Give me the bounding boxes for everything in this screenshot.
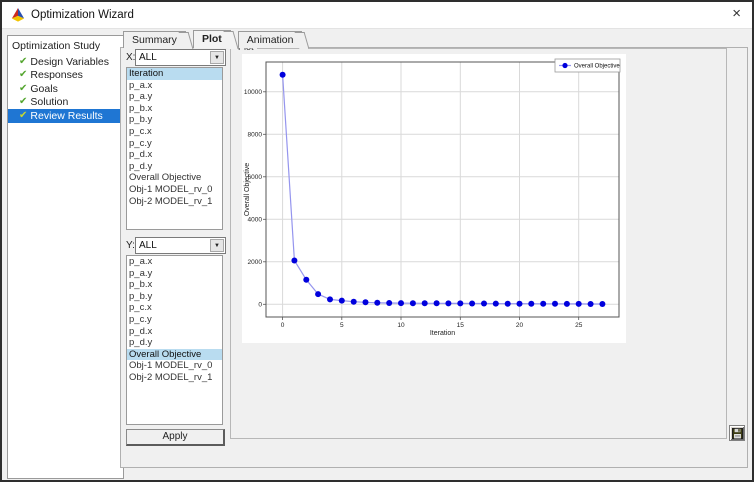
list-item[interactable]: Iteration	[127, 68, 222, 80]
x-axis-label: X:	[126, 52, 135, 63]
list-item[interactable]: p_d.y	[127, 337, 222, 349]
optimization-wizard-window: Optimization Wizard × Optimization Study…	[0, 0, 754, 482]
chevron-down-icon[interactable]: ▼	[210, 239, 224, 252]
svg-text:0: 0	[258, 302, 262, 309]
svg-text:20: 20	[516, 322, 524, 329]
objective-plot-chart: 05101520250200040006000800010000Iteratio…	[242, 54, 626, 343]
list-item[interactable]: p_c.x	[127, 302, 222, 314]
tree-item-design-variables[interactable]: ✔Design Variables	[8, 55, 123, 69]
app-icon	[11, 8, 25, 22]
floppy-disk-icon	[732, 428, 743, 439]
study-tree-items: ✔Design Variables✔Responses✔Goals✔Soluti…	[8, 55, 123, 123]
chevron-down-icon[interactable]: ▼	[210, 51, 224, 64]
svg-text:10: 10	[397, 322, 405, 329]
x-variable-listbox: Iterationp_a.xp_a.yp_b.xp_b.yp_c.xp_c.yp…	[126, 67, 223, 230]
checkmark-icon: ✔	[19, 97, 27, 107]
checkmark-icon: ✔	[19, 70, 27, 80]
tree-item-label: Goals	[30, 83, 57, 95]
list-item[interactable]: p_b.y	[127, 291, 222, 303]
tree-item-solution[interactable]: ✔Solution	[8, 96, 123, 110]
list-item[interactable]: Overall Objective	[127, 349, 222, 361]
tab-summary[interactable]: Summary	[123, 31, 186, 48]
checkmark-icon: ✔	[19, 57, 27, 67]
window-title: Optimization Wizard	[31, 9, 134, 21]
list-item[interactable]: Obj-1 MODEL_rv_0	[127, 184, 222, 196]
y-axis-label: Y:	[126, 240, 135, 251]
svg-text:5: 5	[340, 322, 344, 329]
svg-text:Overall Objective: Overall Objective	[244, 163, 251, 216]
tree-item-label: Responses	[30, 69, 83, 81]
y-axis-combobox-value: ALL	[139, 240, 157, 251]
tree-item-responses[interactable]: ✔Responses	[8, 69, 123, 83]
tree-root-optimization-study[interactable]: Optimization Study	[8, 36, 123, 55]
tab-plot[interactable]: Plot	[193, 30, 231, 48]
svg-text:10000: 10000	[244, 89, 262, 96]
y-variable-listbox: p_a.xp_a.yp_b.xp_b.yp_c.xp_c.yp_d.xp_d.y…	[126, 255, 223, 425]
tree-item-label: Review Results	[30, 110, 102, 122]
tree-item-label: Solution	[30, 96, 68, 108]
list-item[interactable]: p_d.x	[127, 149, 222, 161]
list-item[interactable]: p_d.x	[127, 326, 222, 338]
save-plot-button[interactable]	[729, 425, 745, 441]
list-item[interactable]: p_c.y	[127, 314, 222, 326]
tree-item-label: Design Variables	[30, 56, 109, 68]
list-item[interactable]: p_b.y	[127, 114, 222, 126]
list-item[interactable]: Obj-1 MODEL_rv_0	[127, 360, 222, 372]
list-item[interactable]: p_c.x	[127, 126, 222, 138]
svg-text:25: 25	[575, 322, 583, 329]
svg-text:8000: 8000	[248, 132, 263, 139]
x-axis-combobox-value: ALL	[139, 52, 157, 63]
svg-text:Iteration: Iteration	[430, 330, 455, 337]
x-axis-selector-row: X: ALL ▼	[126, 49, 226, 66]
titlebar: Optimization Wizard ×	[2, 2, 752, 29]
tab-animation[interactable]: Animation	[238, 31, 303, 48]
study-tree-panel: Optimization Study ✔Design Variables✔Res…	[7, 35, 124, 479]
list-item[interactable]: p_a.x	[127, 256, 222, 268]
checkmark-icon: ✔	[19, 84, 27, 94]
list-item[interactable]: p_b.x	[127, 279, 222, 291]
list-item[interactable]: Obj-2 MODEL_rv_1	[127, 196, 222, 208]
list-item[interactable]: p_a.y	[127, 268, 222, 280]
checkmark-icon: ✔	[19, 111, 27, 121]
svg-text:0: 0	[281, 322, 285, 329]
y-axis-selector-row: Y: ALL ▼	[126, 237, 226, 254]
svg-text:15: 15	[457, 322, 465, 329]
tree-item-review-results[interactable]: ✔Review Results	[8, 109, 123, 123]
list-item[interactable]: p_b.x	[127, 103, 222, 115]
svg-text:Overall Objective: Overall Objective	[574, 64, 620, 70]
y-axis-combobox[interactable]: ALL ▼	[135, 237, 226, 254]
list-item[interactable]: p_a.y	[127, 91, 222, 103]
close-icon[interactable]: ×	[732, 5, 741, 23]
svg-text:2000: 2000	[248, 259, 263, 266]
list-item[interactable]: p_a.x	[127, 80, 222, 92]
x-axis-combobox[interactable]: ALL ▼	[135, 49, 226, 66]
list-item[interactable]: p_d.y	[127, 161, 222, 173]
apply-button[interactable]: Apply	[126, 429, 225, 446]
tree-item-goals[interactable]: ✔Goals	[8, 82, 123, 96]
svg-text:4000: 4000	[248, 217, 263, 224]
tab-bar: Summary Plot Animation	[123, 31, 309, 48]
list-item[interactable]: Obj-2 MODEL_rv_1	[127, 372, 222, 384]
list-item[interactable]: Overall Objective	[127, 172, 222, 184]
list-item[interactable]: p_c.y	[127, 138, 222, 150]
